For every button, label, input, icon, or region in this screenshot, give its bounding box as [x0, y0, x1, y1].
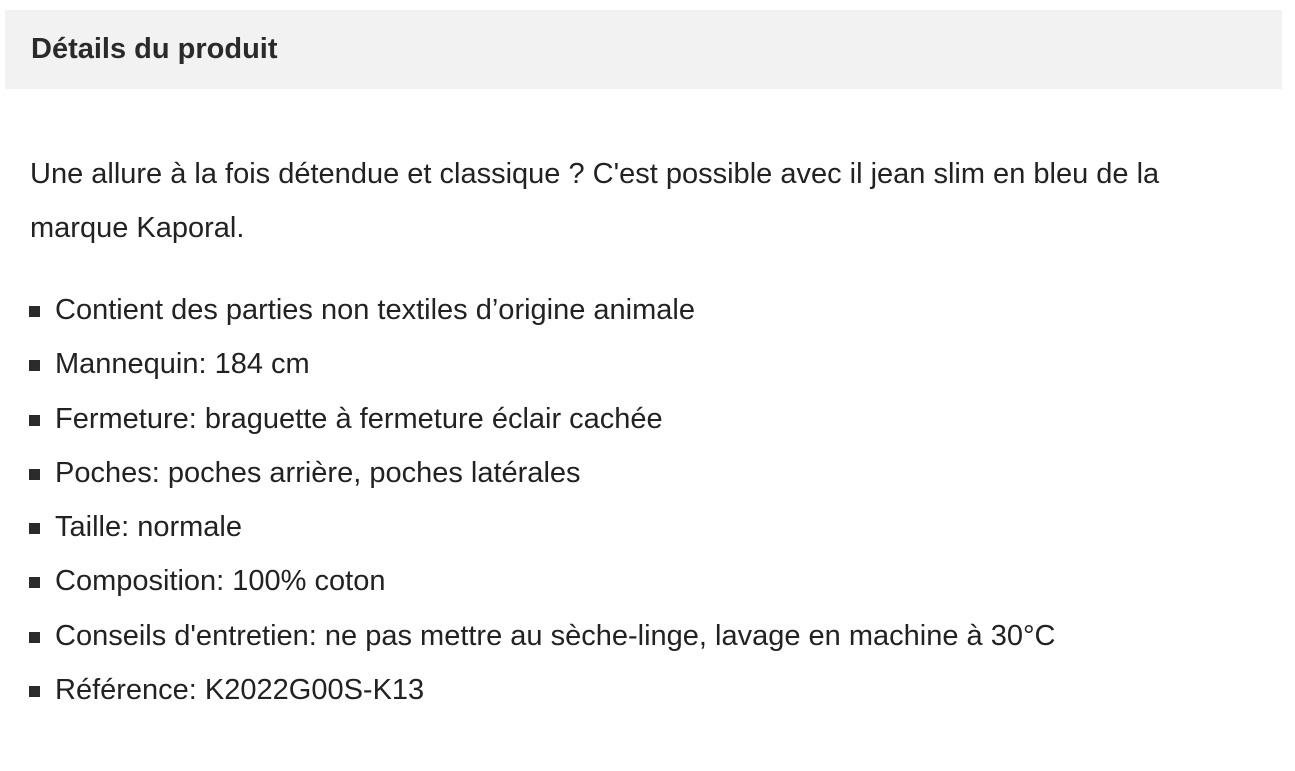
square-bullet-icon [29, 306, 40, 317]
square-bullet-icon [29, 468, 40, 480]
square-bullet-icon [29, 686, 40, 698]
square-bullet-icon [29, 360, 40, 372]
details-item-text: Fermeture: braguette à fermeture éclair … [55, 402, 663, 435]
details-list-item: Taille: normale [28, 500, 1056, 554]
square-bullet-icon [29, 577, 40, 589]
details-item-text: Composition: 100% coton [55, 565, 386, 598]
product-description: Une allure à la fois détendue et classiq… [30, 158, 1160, 244]
product-details-list: Contient des parties non textiles d’orig… [28, 283, 1056, 717]
product-details-header[interactable]: Détails du produit [5, 10, 1282, 89]
product-details-title: Détails du produit [31, 33, 278, 65]
square-bullet-icon [29, 414, 40, 426]
details-item-text: Mannequin: 184 cm [55, 348, 310, 381]
details-list-item: Poches: poches arrière, poches latérales [28, 446, 1056, 500]
details-item-text: Poches: poches arrière, poches latérales [55, 456, 581, 489]
details-item-text: Référence: K2022G00S-K13 [55, 674, 425, 707]
details-list-item: Conseils d'entretien: ne pas mettre au s… [28, 609, 1056, 663]
details-list-item: Référence: K2022G00S-K13 [28, 663, 1056, 717]
square-bullet-icon [29, 523, 40, 535]
details-item-text: Contient des parties non textiles d’orig… [55, 294, 695, 326]
details-list-item: Mannequin: 184 cm [28, 337, 1056, 391]
details-list-item: Composition: 100% coton [28, 554, 1056, 608]
details-list-item: Contient des parties non textiles d’orig… [28, 283, 1056, 337]
details-list-item: Fermeture: braguette à fermeture éclair … [28, 392, 1056, 446]
details-item-text: Conseils d'entretien: ne pas mettre au s… [55, 619, 1056, 652]
square-bullet-icon [29, 631, 40, 643]
details-item-text: Taille: normale [55, 511, 242, 544]
